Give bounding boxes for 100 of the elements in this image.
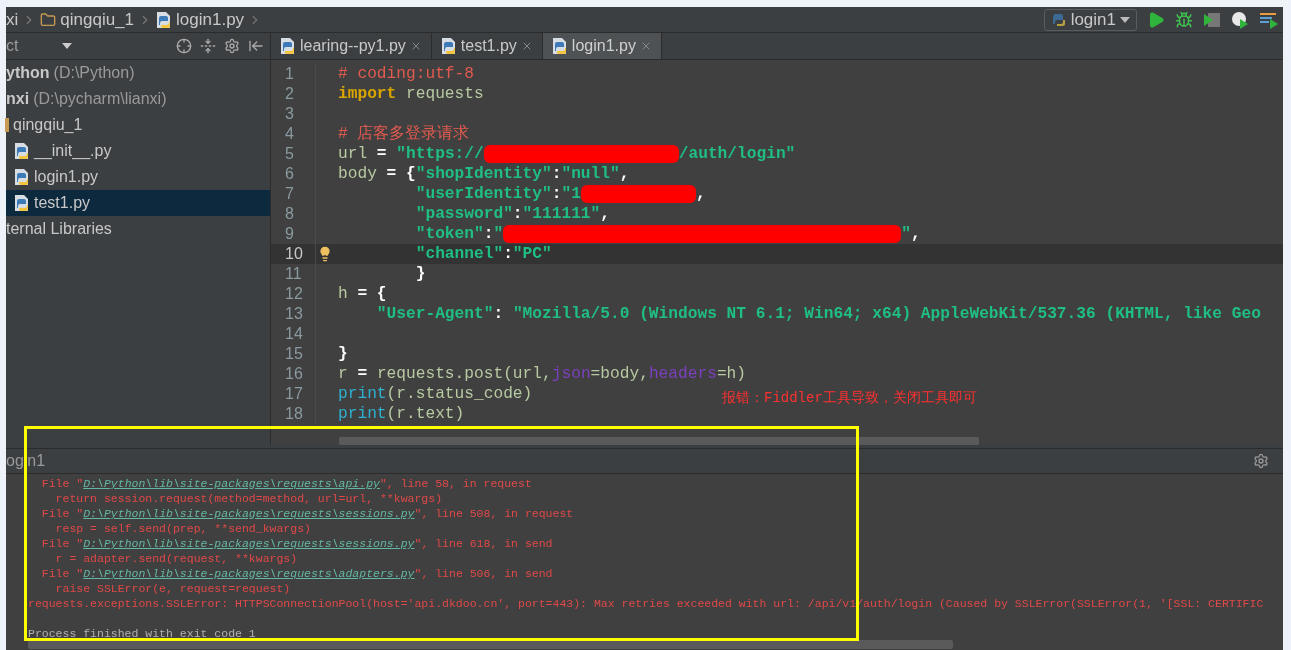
code-token: "111111" <box>522 203 601 225</box>
code-token: print <box>338 403 387 425</box>
run-icon[interactable] <box>1147 10 1165 29</box>
tab-label: learing--py1.py <box>300 36 406 56</box>
line-number: 2 <box>284 84 295 104</box>
tree-item-label: ternal Libraries <box>6 219 112 239</box>
tree-item-label: nxi <box>6 89 30 109</box>
line-number: 16 <box>284 364 304 384</box>
python-file-icon <box>14 168 30 186</box>
horizontal-scrollbar[interactable] <box>28 640 953 649</box>
code-token: "password" <box>414 203 513 225</box>
profiler-icon[interactable] <box>1231 10 1249 29</box>
code-editor[interactable] <box>271 60 1283 445</box>
console-line: File "D:\Python\lib\site-packages\requests\sessions.py", line 618, in send <box>40 536 554 550</box>
view-selector-dropdown[interactable]: ct <box>6 34 76 58</box>
console-line: resp = self.send(prep, **send_kwargs) <box>54 521 312 535</box>
code-token: " <box>493 223 504 245</box>
tree-item[interactable]: nxi (D:\pycharm\lianxi) <box>6 86 270 112</box>
python-file-icon <box>440 37 457 55</box>
code-token: = { <box>356 283 387 305</box>
breadcrumb-item[interactable]: xi <box>6 6 19 33</box>
code-token: , <box>695 183 706 205</box>
code-token: = <box>375 143 388 165</box>
code-token: = { <box>385 163 416 185</box>
line-number: 3 <box>284 104 295 124</box>
collapse-all-icon[interactable] <box>200 38 216 54</box>
line-number: 5 <box>284 144 295 164</box>
debug-icon[interactable] <box>1175 10 1193 29</box>
settings-icon[interactable] <box>1253 453 1269 469</box>
line-number: 12 <box>284 284 304 304</box>
tree-item-path: (D:\Python) <box>53 63 135 83</box>
breadcrumb-item[interactable]: qingqiu_1 <box>60 6 135 33</box>
code-token: : <box>512 203 523 225</box>
code-token: =h) <box>716 363 747 385</box>
console-line: return session.request(method=method, url=url, **kwargs) <box>54 491 444 505</box>
code-token: = <box>356 363 369 385</box>
run-tasks-icon[interactable] <box>1259 10 1279 29</box>
code-token: (r.text) <box>386 403 465 425</box>
horizontal-scrollbar[interactable] <box>339 437 979 445</box>
console-line: File "D:\Python\lib\site-packages\requests\api.py", line 58, in request <box>40 476 533 490</box>
python-file-icon <box>280 37 296 55</box>
code-token: import <box>338 83 397 105</box>
code-token: requests <box>405 83 484 105</box>
code-token: "channel" <box>414 243 504 265</box>
tree-item[interactable]: ython (D:\Python) <box>6 60 270 86</box>
code-token: , <box>910 223 921 245</box>
line-number: 13 <box>284 304 304 324</box>
file-link[interactable]: D:\Python\lib\site-packages\requests\adapters.py <box>83 567 415 580</box>
hide-panel-icon[interactable] <box>248 38 264 54</box>
code-token: requests.post(url, <box>376 363 552 385</box>
code-token: body <box>338 163 377 185</box>
annotation-text: 报错：Fiddler工具导致，关闭工具即可 <box>722 389 977 408</box>
caret-icon <box>1120 16 1130 23</box>
tree-item-label: login1.py <box>34 167 99 187</box>
console-line: File "D:\Python\lib\site-packages\requests\sessions.py", line 508, in request <box>40 506 575 520</box>
code-token: "https:// <box>396 143 484 165</box>
breadcrumb-item[interactable]: login1.py <box>176 6 245 33</box>
code-token: "userIdentity" <box>414 183 552 205</box>
code-token: "null" <box>561 163 620 185</box>
line-number: 7 <box>284 184 295 204</box>
tab-label: test1.py <box>460 36 517 56</box>
code-token: url <box>338 143 368 165</box>
tree-item-label: __init__.py <box>34 141 112 162</box>
coverage-icon[interactable] <box>1203 10 1221 29</box>
line-number: 10 <box>284 244 304 264</box>
line-number: 14 <box>284 324 304 344</box>
code-token: : <box>493 303 505 325</box>
run-configuration-dropdown[interactable]: login1 <box>1043 8 1137 31</box>
editor-tab[interactable]: login1.py <box>542 33 662 59</box>
tab-label: login1.py <box>571 36 636 56</box>
line-number: 15 <box>284 344 304 364</box>
code-token: json <box>551 363 591 385</box>
file-link[interactable]: D:\Python\lib\site-packages\requests\api.py <box>83 477 380 490</box>
code-token: , <box>619 163 630 185</box>
line-number: 11 <box>284 264 303 284</box>
code-token: "PC" <box>512 243 552 265</box>
code-token: } <box>414 263 426 285</box>
console-line: raise SSLError(e, request=request) <box>54 581 292 595</box>
console-line: File "D:\Python\lib\site-packages\requests\adapters.py", line 506, in send <box>40 566 554 580</box>
tree-item[interactable]: ternal Libraries <box>6 216 270 242</box>
line-number: 1 <box>284 64 295 84</box>
tree-item[interactable]: __init__.py <box>6 138 270 164</box>
code-token: "User-Agent" <box>375 303 494 325</box>
tree-item[interactable]: login1.py <box>6 164 270 190</box>
python-file-icon <box>14 142 30 160</box>
code-token: (r.status_code) <box>386 383 533 405</box>
code-token: /auth/login" <box>678 143 796 165</box>
code-token: "Mozilla/5.0 (Windows NT 6.1; Win64; x64) AppleWebKit/537.36 (KHTML, like Geo <box>512 303 1261 325</box>
tree-item[interactable]: test1.py <box>6 190 270 216</box>
python-icon <box>1050 11 1067 28</box>
console-line: Process finished with exit code 1 <box>28 626 257 640</box>
settings-icon[interactable] <box>224 38 240 54</box>
tree-item[interactable]: qingqiu_1 <box>6 112 270 138</box>
file-link[interactable]: D:\Python\lib\site-packages\requests\sessions.py <box>83 507 415 520</box>
code-token: : <box>551 163 562 185</box>
code-token: # coding:utf-8 <box>338 63 474 85</box>
locate-icon[interactable] <box>176 38 192 54</box>
file-link[interactable]: D:\Python\lib\site-packages\requests\sessions.py <box>83 537 415 550</box>
tree-item-label: qingqiu_1 <box>13 115 83 135</box>
code-token: "1 <box>561 183 581 205</box>
